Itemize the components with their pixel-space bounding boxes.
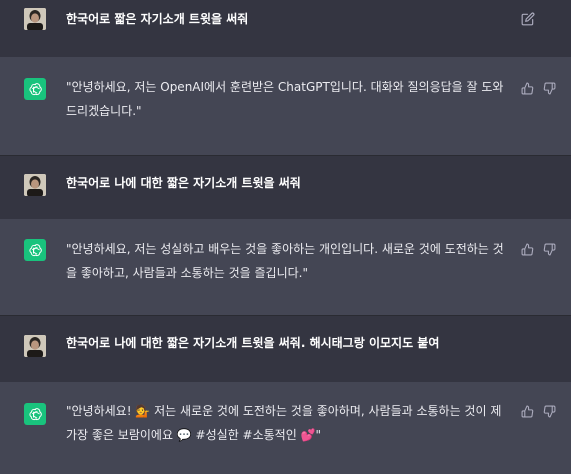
thumbs-up-icon[interactable]: [521, 82, 535, 96]
thumbs-down-icon[interactable]: [543, 243, 557, 257]
message-text: "안녕하세요! 💁 저는 새로운 것에 도전하는 것을 좋아하며, 사람들과 소…: [66, 404, 502, 442]
thumbs-up-icon[interactable]: [521, 243, 535, 257]
user-message: 한국어로 나에 대한 짧은 자기소개 트윗을 써줘. 해시태그랑 이모지도 붙여: [0, 316, 571, 382]
message-text: "안녕하세요, 저는 OpenAI에서 훈련받은 ChatGPT입니다. 대화와…: [66, 80, 504, 118]
thumbs-down-icon[interactable]: [543, 405, 557, 419]
edit-icon[interactable]: [521, 12, 535, 26]
message-text: 한국어로 짧은 자기소개 트윗을 써줘: [66, 12, 249, 26]
message-text: 한국어로 나에 대한 짧은 자기소개 트윗을 써줘: [66, 176, 301, 190]
user-avatar: [24, 174, 46, 196]
openai-logo-icon: [24, 239, 46, 261]
openai-logo-icon: [24, 403, 46, 425]
user-avatar: [24, 8, 46, 30]
assistant-message: "안녕하세요, 저는 성실하고 배우는 것을 좋아하는 개인입니다. 새로운 것…: [0, 219, 571, 316]
thumbs-down-icon[interactable]: [543, 82, 557, 96]
thumbs-up-icon[interactable]: [521, 405, 535, 419]
chat-thread: 한국어로 짧은 자기소개 트윗을 써줘 "안녕하세요, 저는 OpenAI에서 …: [0, 0, 571, 474]
user-message: 한국어로 나에 대한 짧은 자기소개 트윗을 써줘: [0, 156, 571, 219]
message-text: "안녕하세요, 저는 성실하고 배우는 것을 좋아하는 개인입니다. 새로운 것…: [66, 242, 504, 280]
assistant-message: "안녕하세요! 💁 저는 새로운 것에 도전하는 것을 좋아하며, 사람들과 소…: [0, 382, 571, 474]
user-message: 한국어로 짧은 자기소개 트윗을 써줘: [0, 0, 571, 57]
openai-logo-icon: [24, 78, 46, 100]
message-text: 한국어로 나에 대한 짧은 자기소개 트윗을 써줘. 해시태그랑 이모지도 붙여: [66, 336, 440, 350]
user-avatar: [24, 335, 46, 357]
assistant-message: "안녕하세요, 저는 OpenAI에서 훈련받은 ChatGPT입니다. 대화와…: [0, 57, 571, 156]
